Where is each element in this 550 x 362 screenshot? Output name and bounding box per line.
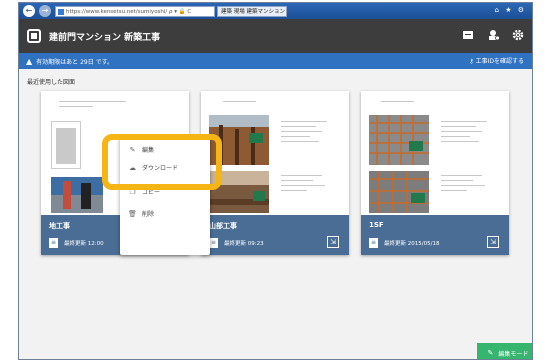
highlight-callout	[102, 134, 222, 190]
project-title: 建前門マンション 新築工事	[49, 32, 161, 43]
app-logo-icon[interactable]	[27, 29, 41, 43]
notice-text: 有効期限はあと 29日 です。	[36, 58, 114, 66]
card-title: 山部工事	[209, 222, 237, 230]
forward-button[interactable]: →	[39, 5, 51, 17]
drawing-card[interactable]: 山部工事 ≡ 最終更新 09:23 ⇲	[201, 91, 349, 255]
edit-mode-button[interactable]: ✎ 編集モード	[477, 343, 532, 359]
card-updated: 最終更新 09:23	[224, 241, 264, 247]
drawing-thumbnail	[361, 91, 509, 215]
card-updated: 最終更新 2015/05/18	[384, 241, 440, 247]
card-footer: 1SF ≡ 最終更新 2015/05/18 ⇲	[361, 215, 509, 255]
forward-arrow-icon: →	[41, 6, 49, 15]
browser-window: ← → https://www.kensetsu.net/sumiyoshi/ …	[18, 2, 533, 360]
card-updated: 最終更新 12:00	[64, 241, 104, 247]
pencil-icon: ✎	[487, 349, 494, 357]
app-header: 建前門マンション 新築工事	[19, 19, 532, 53]
document-icon: ≡	[49, 238, 58, 248]
thumbnail-photo	[369, 171, 429, 213]
chat-icon[interactable]	[461, 29, 475, 43]
back-button[interactable]: ←	[23, 5, 35, 17]
thumbnail-photo	[369, 115, 429, 165]
address-text: https://www.kensetsu.net/sumiyoshi/ ρ ▾ …	[66, 8, 192, 15]
document-icon: ≡	[369, 238, 378, 248]
card-title: 1SF	[369, 221, 384, 229]
browser-icons[interactable]: ⌂ ★ ⚙	[495, 6, 526, 14]
menu-item-delete[interactable]: 🗑 削除	[128, 209, 154, 219]
gear-icon[interactable]	[511, 29, 525, 43]
expiry-notice-bar: ▲ 有効期限はあと 29日 です。 ⚷ 工事IDを確認する	[19, 53, 532, 69]
address-bar[interactable]: https://www.kensetsu.net/sumiyoshi/ ρ ▾ …	[55, 5, 215, 17]
tab-title: 建築 現場 建築マンション	[221, 8, 285, 15]
browser-tab[interactable]: 建築 現場 建築マンション ×	[217, 5, 287, 17]
drawing-thumbnail	[201, 91, 349, 215]
back-arrow-icon: ←	[25, 6, 33, 15]
pin-icon[interactable]: ⇲	[487, 236, 499, 248]
site-icon	[58, 8, 64, 15]
card-footer: 山部工事 ≡ 最終更新 09:23 ⇲	[201, 215, 349, 255]
warning-icon: ▲	[26, 56, 33, 66]
recent-drawings-label: 最近使用した図面	[27, 79, 76, 86]
settings-user-icon[interactable]	[487, 29, 501, 43]
project-id-link[interactable]: ⚷ 工事IDを確認する	[469, 56, 524, 65]
browser-toolbar: ← → https://www.kensetsu.net/sumiyoshi/ …	[19, 3, 532, 19]
drawing-card[interactable]: 1SF ≡ 最終更新 2015/05/18 ⇲	[361, 91, 509, 255]
pin-icon[interactable]: ⇲	[327, 236, 339, 248]
thumbnail-photo	[51, 121, 81, 169]
card-title: 地工事	[49, 222, 70, 230]
trash-icon: 🗑	[128, 209, 137, 218]
thumbnail-photo	[51, 177, 103, 213]
document-icon: ≡	[209, 238, 218, 248]
